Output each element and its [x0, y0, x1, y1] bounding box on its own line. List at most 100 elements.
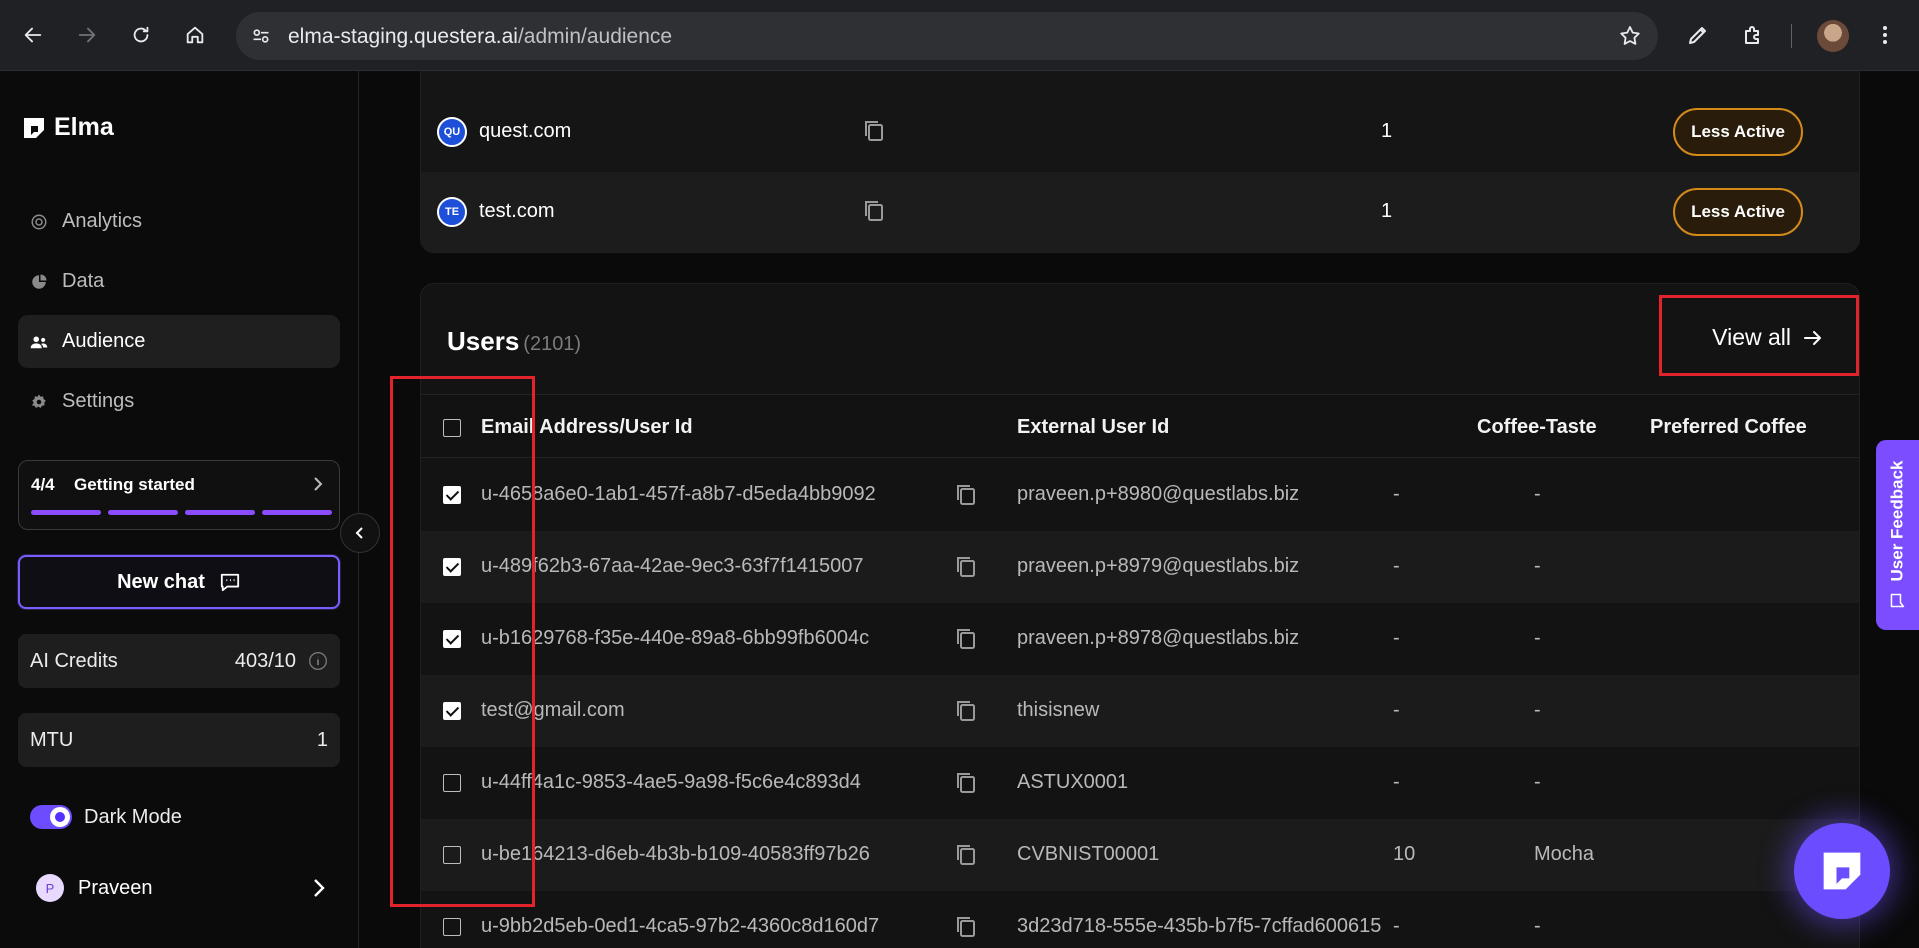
forward-button[interactable]	[70, 18, 104, 52]
main-content: QU quest.com 1 Less Active TE test.com 1…	[360, 71, 1919, 948]
url-host: elma-staging.questera.ai	[288, 25, 518, 48]
company-user-count: 1	[1381, 200, 1393, 222]
pen-icon	[1689, 27, 1706, 44]
coffee-taste-value: -	[1393, 915, 1400, 937]
pen-extension-button[interactable]	[1681, 18, 1715, 52]
column-header[interactable]: Email Address/User Id	[481, 416, 693, 439]
row-checkbox[interactable]	[443, 702, 461, 720]
ai-credits-label: AI Credits	[30, 649, 118, 672]
sidebar-item-settings[interactable]: Settings	[18, 375, 340, 428]
company-badge: TE	[437, 197, 467, 227]
external-user-id: praveen.p+8979@questlabs.biz	[1017, 555, 1300, 577]
copy-icon[interactable]	[955, 771, 977, 795]
mtu-box: MTU 1	[18, 713, 340, 767]
user-id: u-489f62b3-67aa-42ae-9ec3-63f7f1415007	[481, 555, 864, 577]
user-feedback-label: User Feedback	[1887, 460, 1907, 582]
profile-avatar[interactable]	[1817, 20, 1849, 52]
company-badge: QU	[437, 117, 467, 147]
sidebar-item-label: Audience	[62, 330, 146, 352]
column-header[interactable]: External User Id	[1017, 416, 1169, 439]
company-row[interactable]: TE test.com 1 Less Active	[421, 172, 1859, 252]
toolbar-divider	[1791, 24, 1792, 48]
gear-icon	[30, 393, 48, 411]
view-all-link[interactable]: View all	[1712, 324, 1823, 351]
company-user-count: 1	[1381, 120, 1393, 142]
preferred-coffee-value: -	[1534, 555, 1541, 577]
site-settings-icon[interactable]	[250, 25, 272, 47]
back-button[interactable]	[16, 18, 50, 52]
puzzle-icon	[1745, 26, 1759, 44]
user-feedback-tab[interactable]: User Feedback	[1876, 440, 1919, 630]
table-header: Email Address/User Id External User Id C…	[421, 394, 1859, 458]
home-button[interactable]	[178, 18, 212, 52]
coffee-taste-value: -	[1393, 699, 1400, 721]
app-logo[interactable]: Elma	[22, 113, 114, 142]
row-checkbox[interactable]	[443, 486, 461, 504]
chevron-right-icon	[312, 877, 326, 899]
coffee-taste-value: -	[1393, 627, 1400, 649]
copy-icon[interactable]	[863, 119, 885, 143]
copy-icon[interactable]	[955, 699, 977, 723]
chevron-right-icon	[311, 475, 325, 493]
sidebar-item-data[interactable]: Data	[18, 255, 340, 308]
elma-assistant-button[interactable]	[1794, 823, 1890, 919]
home-icon	[186, 26, 204, 44]
elma-logo-icon	[1823, 852, 1861, 890]
preferred-coffee-value: Mocha	[1534, 843, 1595, 865]
reload-button[interactable]	[124, 18, 158, 52]
row-checkbox[interactable]	[443, 774, 461, 792]
ai-credits-box: AI Credits 403/10	[18, 634, 340, 688]
sidebar-item-audience[interactable]: Audience	[18, 315, 340, 368]
row-checkbox[interactable]	[443, 630, 461, 648]
column-header[interactable]: Preferred Coffee	[1650, 416, 1807, 439]
user-id: u-9bb2d5eb-0ed1-4ca5-97b2-4360c8d160d7	[481, 915, 880, 937]
dark-mode-toggle[interactable]	[30, 805, 72, 829]
user-id: u-44ff4a1c-9853-4ae5-9a98-f5c6e4c893d4	[481, 771, 861, 793]
copy-icon[interactable]	[955, 483, 977, 507]
new-chat-button[interactable]: New chat	[18, 555, 340, 609]
select-all-checkbox[interactable]	[443, 419, 461, 437]
preferred-coffee-value: -	[1534, 915, 1541, 937]
copy-icon[interactable]	[955, 915, 977, 939]
kebab-menu-icon	[1883, 26, 1887, 44]
collapse-sidebar-button[interactable]	[340, 513, 380, 553]
bookmark-star-icon[interactable]	[1618, 24, 1642, 48]
preferred-coffee-value: -	[1534, 771, 1541, 793]
table-row[interactable]: u-9bb2d5eb-0ed1-4ca5-97b2-4360c8d160d7 3d…	[421, 891, 1859, 948]
browser-menu-button[interactable]	[1868, 18, 1902, 52]
table-row[interactable]: u-4658a6e0-1ab1-457f-a8b7-d5eda4bb9092 pr…	[421, 459, 1859, 531]
chat-icon	[219, 572, 241, 592]
table-row[interactable]: u-44ff4a1c-9853-4ae5-9a98-f5c6e4c893d4 AS…	[421, 747, 1859, 819]
reload-icon	[133, 26, 149, 43]
info-icon[interactable]	[308, 651, 328, 671]
user-menu[interactable]: P Praveen	[36, 874, 326, 902]
preferred-coffee-value: -	[1534, 483, 1541, 505]
copy-icon[interactable]	[955, 555, 977, 579]
ai-credits-value: 403/10	[234, 649, 296, 672]
company-row[interactable]: QU quest.com 1 Less Active	[421, 92, 1859, 172]
mtu-value: 1	[316, 728, 328, 751]
table-row[interactable]: u-489f62b3-67aa-42ae-9ec3-63f7f1415007 pr…	[421, 531, 1859, 603]
extensions-button[interactable]	[1736, 18, 1770, 52]
company-name: quest.com	[479, 120, 572, 142]
avatar: P	[36, 874, 64, 902]
progress-step	[31, 510, 101, 515]
sidebar-item-analytics[interactable]: Analytics	[18, 195, 340, 248]
copy-icon[interactable]	[863, 199, 885, 223]
copy-icon[interactable]	[955, 627, 977, 651]
status-badge: Less Active	[1673, 188, 1803, 236]
user-id: u-be164213-d6eb-4b3b-b109-40583ff97b26	[481, 843, 870, 865]
table-row[interactable]: u-b1629768-f35e-440e-89a8-6bb99fb6004c pr…	[421, 603, 1859, 675]
row-checkbox[interactable]	[443, 918, 461, 936]
address-bar[interactable]: elma-staging.questera.ai/admin/audience	[236, 12, 1658, 60]
sidebar-item-label: Data	[62, 270, 105, 292]
preferred-coffee-value: -	[1534, 699, 1541, 721]
table-row[interactable]: u-be164213-d6eb-4b3b-b109-40583ff97b26 CV…	[421, 819, 1859, 891]
row-checkbox[interactable]	[443, 846, 461, 864]
getting-started-card[interactable]: 4/4 Getting started	[18, 460, 340, 530]
copy-icon[interactable]	[955, 843, 977, 867]
table-row[interactable]: test@gmail.com thisisnew - -	[421, 675, 1859, 747]
column-header[interactable]: Coffee-Taste	[1477, 416, 1597, 439]
getting-started-title: Getting started	[74, 475, 195, 494]
row-checkbox[interactable]	[443, 558, 461, 576]
